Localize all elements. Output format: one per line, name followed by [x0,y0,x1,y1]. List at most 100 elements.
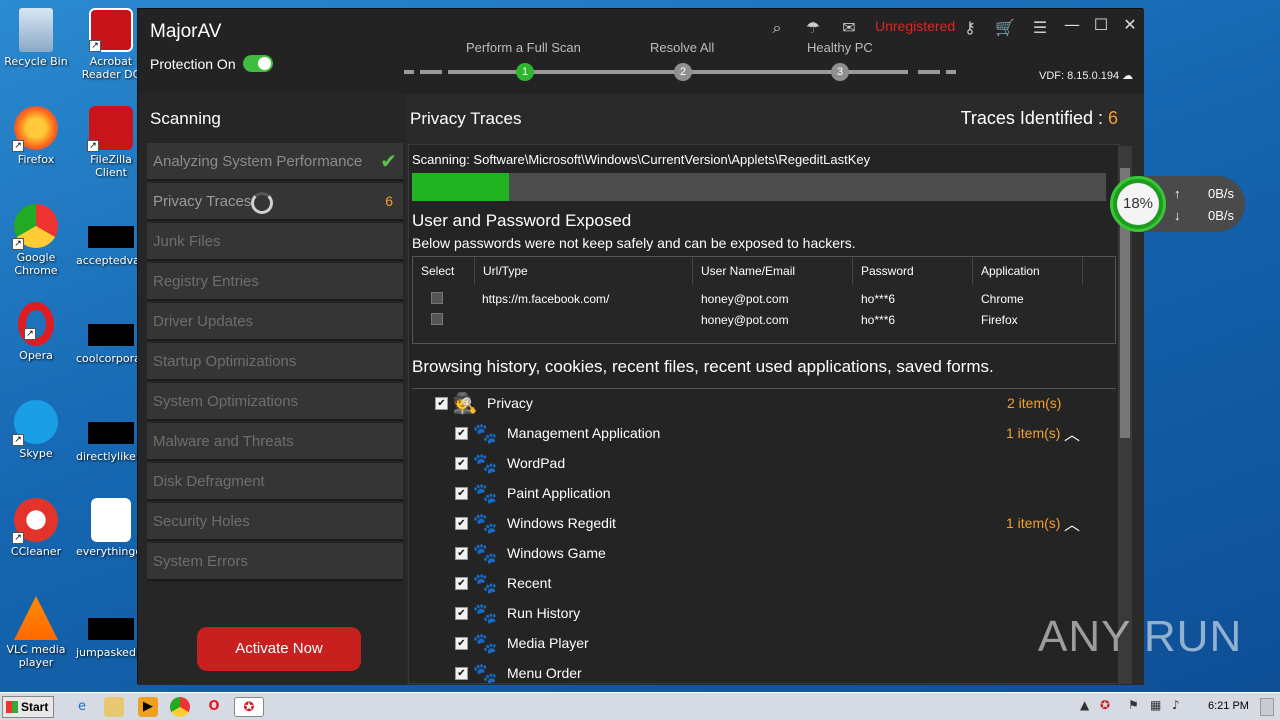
sidebar-item-system-performance[interactable]: Analyzing System Performance ✔ [147,143,403,181]
tray-expand-icon[interactable]: ▲ [1080,698,1089,712]
monitor-search-icon[interactable]: ⌕ [766,17,788,39]
desktop-icon-vlc[interactable]: VLC media player [1,596,71,669]
taskbar-clock[interactable]: 6:21 PM [1208,700,1249,712]
desktop-icon-firefox[interactable]: ↗ Firefox [1,106,71,166]
tree-checkbox[interactable]: ✔ [455,457,468,470]
desktop-icon-file-jumpasked[interactable]: jumpasked... [76,608,146,659]
step-dot-2: 2 [674,63,692,81]
desktop-icon-file-accepted[interactable]: acceptedva... [76,216,150,267]
sidebar-item-driver-updates[interactable]: Driver Updates [147,303,403,341]
activate-now-button[interactable]: Activate Now [197,627,361,671]
folder-icon[interactable] [104,697,124,717]
tree-item-privacy[interactable]: ✔ 🕵 Privacy 2 item(s) [412,389,1116,419]
traces-label: Traces Identified : [960,108,1108,128]
start-button[interactable]: Start [2,696,54,718]
sidebar-item-disk-defragment[interactable]: Disk Defragment [147,463,403,501]
desktop-icon-label: FileZilla Client [90,153,132,179]
skype-icon: ↗ [12,400,58,446]
sidebar-item-malware-threats[interactable]: Malware and Threats [147,423,403,461]
tree-item-run-history[interactable]: ✔ 🐾 Run History [412,599,1116,629]
tray-flag-icon[interactable]: ⚑ [1128,698,1139,712]
sidebar-item-startup-optimizations[interactable]: Startup Optimizations [147,343,403,381]
desktop-icon-chrome[interactable]: ↗ Google Chrome [1,204,71,277]
acrobat-icon: ↗ [89,8,133,52]
tray-volume-icon[interactable]: ♪ [1172,698,1180,712]
cloud-update-icon[interactable]: ☁ [1122,70,1133,82]
tree-item-windows-regedit[interactable]: ✔ 🐾 Windows Regedit 1 item(s) ︿ [412,509,1116,539]
tree-item-management-application[interactable]: ✔ 🐾 Management Application 1 item(s) ︿ [412,419,1116,449]
unregistered-link[interactable]: Unregistered [875,18,955,34]
tree-checkbox[interactable]: ✔ [435,397,448,410]
tree-checkbox[interactable]: ✔ [455,637,468,650]
opera-taskbar-icon[interactable]: O [204,697,224,717]
close-button[interactable]: ✕ [1118,14,1142,36]
desktop-icon-filezilla[interactable]: ↗ FileZilla Client [76,106,146,179]
speed-widget[interactable]: 18% ↑ 0B/s ↓ 0B/s [1110,176,1245,232]
tree-item-menu-order[interactable]: ✔ 🐾 Menu Order [412,659,1116,683]
tree-item-windows-game[interactable]: ✔ 🐾 Windows Game [412,539,1116,569]
sidebar-item-security-holes[interactable]: Security Holes [147,503,403,541]
sidebar-item-junk-files[interactable]: Junk Files [147,223,403,261]
tree-checkbox[interactable]: ✔ [455,517,468,530]
desktop-icon-recycle-bin[interactable]: Recycle Bin [1,8,71,68]
desktop-icon-file-directlylike[interactable]: directlylike.jp [76,412,149,463]
tree-checkbox[interactable]: ✔ [455,547,468,560]
chrome-taskbar-icon[interactable] [170,697,190,717]
sidebar-item-system-optimizations[interactable]: System Optimizations [147,383,403,421]
paw-icon: 🐾 [472,423,498,445]
desktop-icon-ccleaner[interactable]: ↗ CCleaner [1,498,71,558]
protection-toggle[interactable] [243,55,273,72]
menu-icon[interactable]: ☰ [1029,17,1051,39]
tree-checkbox[interactable]: ✔ [455,607,468,620]
column-header-url: Url/Type [475,257,693,285]
progress-dash [946,70,956,74]
media-player-icon[interactable]: ▶ [138,697,158,717]
tree-item-count: 1 item(s) [1006,515,1061,531]
desktop-icon-file-everything[interactable]: everythingd... [76,498,153,558]
ie-icon[interactable]: e [72,697,92,717]
desktop-icon-file-coolcorpora[interactable]: coolcorpora... [76,314,151,365]
desktop-icon-skype[interactable]: ↗ Skype [1,400,71,460]
row-select-checkbox[interactable] [431,292,443,304]
tray-network-icon[interactable]: ▦ [1150,698,1161,712]
cell-password: ho***6 [861,313,896,327]
key-icon[interactable]: ⚷ [959,17,981,39]
vdf-text: VDF: 8.15.0.194 [1039,70,1120,82]
majorav-taskbar-icon[interactable]: ✪ [234,697,264,717]
desktop-icon-label: Opera [19,349,53,362]
cart-icon[interactable]: 🛒 [994,17,1016,39]
tree-item-wordpad[interactable]: ✔ 🐾 WordPad [412,449,1116,479]
show-desktop-button[interactable] [1260,698,1274,716]
tree-item-label: Management Application [507,425,661,441]
tree-item-label: Privacy [487,395,533,411]
scan-progress-fill [412,173,510,201]
sidebar-item-label: System Optimizations [153,393,299,410]
chevron-up-icon[interactable]: ︿ [1064,421,1080,445]
umbrella-icon[interactable]: ☂ [802,17,824,39]
tray-majorav-icon[interactable]: ✪ [1100,698,1110,712]
tree-item-recent[interactable]: ✔ 🐾 Recent [412,569,1116,599]
paw-icon: 🐾 [472,573,498,595]
tree-checkbox[interactable]: ✔ [455,667,468,680]
title-bar: MajorAV Protection On Perform a Full Sca… [138,9,1144,94]
tree-item-paint-application[interactable]: ✔ 🐾 Paint Application [412,479,1116,509]
desktop-icon-acrobat[interactable]: ↗ Acrobat Reader DC [76,8,146,81]
minimize-button[interactable]: — [1060,14,1084,36]
row-select-checkbox[interactable] [431,313,443,325]
sidebar-item-privacy-traces[interactable]: Privacy Traces 6 [147,183,403,221]
sidebar-item-registry-entries[interactable]: Registry Entries [147,263,403,301]
desktop-icon-label: jumpasked... [76,646,147,659]
tree-checkbox[interactable]: ✔ [455,427,468,440]
desktop-icon-opera[interactable]: ↗ Opera [1,302,71,362]
tree-item-media-player[interactable]: ✔ 🐾 Media Player [412,629,1116,659]
mail-icon[interactable]: ✉ [838,17,860,39]
desktop-icon-label: CCleaner [10,545,62,558]
maximize-button[interactable]: ☐ [1089,14,1113,36]
sidebar-item-system-errors[interactable]: System Errors [147,543,403,581]
step-label-healthy: Healthy PC [807,40,873,55]
tree-checkbox[interactable]: ✔ [455,487,468,500]
chevron-up-icon[interactable]: ︿ [1064,511,1080,535]
tree-checkbox[interactable]: ✔ [455,577,468,590]
vlc-icon [14,596,58,640]
tree-item-count: 2 item(s) [1007,395,1062,411]
